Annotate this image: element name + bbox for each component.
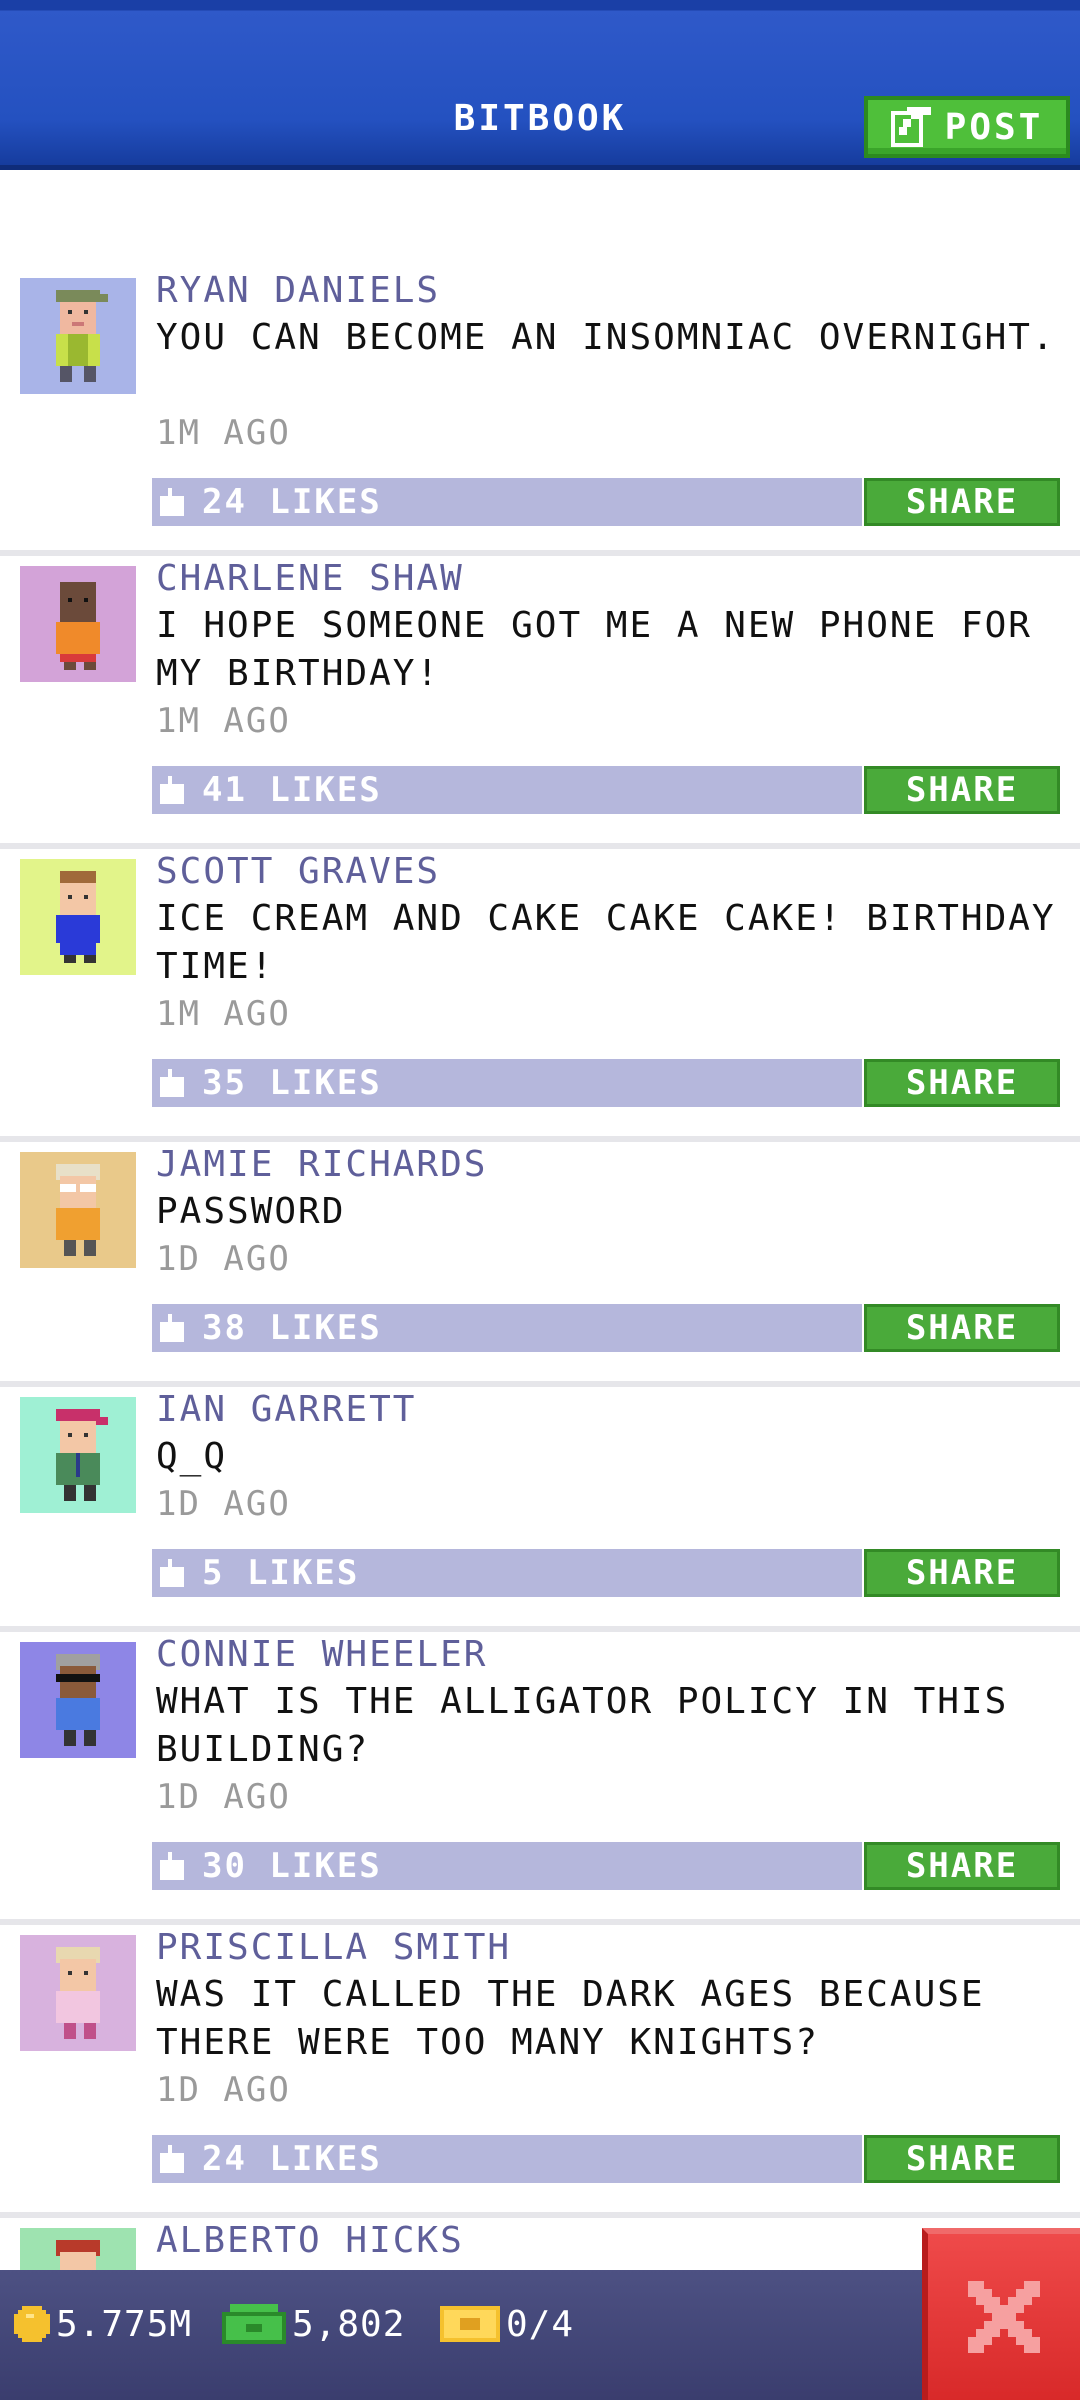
thumbs-up-icon	[160, 2145, 184, 2173]
feed-post: IAN GARRETT Q_Q 1D AGO 5 LIKES SHARE	[0, 1387, 1080, 1632]
share-button[interactable]: SHARE	[864, 478, 1060, 526]
person-blue-shirt-avatar	[20, 859, 136, 975]
bux-stat: 5,802	[222, 2296, 405, 2352]
post-time: 1D AGO	[156, 1239, 291, 1279]
coins-stat: 5.775M	[14, 2296, 192, 2352]
thumbs-up-icon	[160, 1559, 184, 1587]
like-count: 35 LIKES	[202, 1063, 382, 1103]
like-count: 38 LIKES	[202, 1308, 382, 1348]
post-author[interactable]: PRISCILLA SMITH	[156, 1925, 511, 1971]
like-count: 41 LIKES	[202, 770, 382, 810]
tickets-value: 0/4	[506, 2303, 575, 2345]
resource-bar: 5.775M 5,802 0/4	[0, 2270, 1080, 2400]
share-button[interactable]: SHARE	[864, 2135, 1060, 2183]
post-author[interactable]: IAN GARRETT	[156, 1387, 416, 1433]
feed-post: PRISCILLA SMITH WAS IT CALLED THE DARK A…	[0, 1925, 1080, 2218]
coins-value: 5.775M	[56, 2303, 193, 2345]
close-button[interactable]	[922, 2228, 1080, 2400]
post-message: WAS IT CALLED THE DARK AGES BECAUSE THER…	[156, 1974, 985, 2063]
post-author[interactable]: SCOTT GRAVES	[156, 849, 440, 895]
share-button[interactable]: SHARE	[864, 1304, 1060, 1352]
thumbs-up-icon	[160, 1852, 184, 1880]
feed-post: SCOTT GRAVES ICE CREAM AND CAKE CAKE CAK…	[0, 849, 1080, 1142]
post-message: I HOPE SOMEONE GOT ME A NEW PHONE FOR MY…	[156, 605, 1032, 694]
post-time: 1M AGO	[156, 413, 291, 453]
person-pink-cap-avatar	[20, 1397, 136, 1513]
post-time: 1M AGO	[156, 994, 291, 1034]
post-message: Q_Q	[156, 1436, 228, 1477]
person-pink-shirt-avatar	[20, 1935, 136, 2051]
person-sunglasses-avatar	[20, 1642, 136, 1758]
share-button[interactable]: SHARE	[864, 1059, 1060, 1107]
post-message: WHAT IS THE ALLIGATOR POLICY IN THIS BUI…	[156, 1681, 1009, 1770]
share-button[interactable]: SHARE	[864, 766, 1060, 814]
app-header: BITBOOK POST	[0, 0, 1080, 170]
post-author[interactable]: ALBERTO HICKS	[156, 2218, 464, 2264]
like-count: 30 LIKES	[202, 1846, 382, 1886]
post-time: 1M AGO	[156, 701, 291, 741]
bux-icon	[222, 2304, 286, 2344]
compose-icon	[890, 107, 931, 147]
person-green-cap-avatar	[20, 278, 136, 394]
post-message: YOU CAN BECOME AN INSOMNIAC OVERNIGHT.	[156, 317, 1056, 358]
person-dark-skin-avatar	[20, 566, 136, 682]
thumbs-up-icon	[160, 1314, 184, 1342]
thumbs-up-icon	[160, 1069, 184, 1097]
post-button[interactable]: POST	[864, 96, 1070, 158]
like-count: 5 LIKES	[202, 1553, 360, 1593]
ticket-icon	[440, 2306, 500, 2342]
feed-post: CONNIE WHEELER WHAT IS THE ALLIGATOR POL…	[0, 1632, 1080, 1925]
post-time: 1D AGO	[156, 1777, 291, 1817]
feed[interactable]: RYAN DANIELS YOU CAN BECOME AN INSOMNIAC…	[0, 268, 1080, 2378]
post-message: ICE CREAM AND CAKE CAKE CAKE! BIRTHDAY T…	[156, 898, 1056, 987]
share-button[interactable]: SHARE	[864, 1549, 1060, 1597]
feed-post: RYAN DANIELS YOU CAN BECOME AN INSOMNIAC…	[0, 268, 1080, 556]
post-time: 1D AGO	[156, 1484, 291, 1524]
coin-icon	[14, 2306, 50, 2342]
share-button[interactable]: SHARE	[864, 1842, 1060, 1890]
feed-post: JAMIE RICHARDS PASSWORD 1D AGO 38 LIKES …	[0, 1142, 1080, 1387]
like-bar[interactable]: 41 LIKES	[152, 766, 862, 814]
like-bar[interactable]: 38 LIKES	[152, 1304, 862, 1352]
like-bar[interactable]: 24 LIKES	[152, 478, 862, 526]
like-count: 24 LIKES	[202, 2139, 382, 2179]
post-author[interactable]: JAMIE RICHARDS	[156, 1142, 487, 1188]
post-author[interactable]: CONNIE WHEELER	[156, 1632, 487, 1678]
like-bar[interactable]: 35 LIKES	[152, 1059, 862, 1107]
post-author[interactable]: RYAN DANIELS	[156, 268, 440, 314]
close-icon	[968, 2281, 1040, 2353]
post-time: 1D AGO	[156, 2070, 291, 2110]
tickets-stat: 0/4	[440, 2296, 574, 2352]
post-button-label: POST	[944, 106, 1044, 148]
bux-value: 5,802	[292, 2303, 406, 2345]
feed-post: CHARLENE SHAW I HOPE SOMEONE GOT ME A NE…	[0, 556, 1080, 849]
like-bar[interactable]: 5 LIKES	[152, 1549, 862, 1597]
person-glasses-avatar	[20, 1152, 136, 1268]
like-count: 24 LIKES	[202, 482, 382, 522]
post-author[interactable]: CHARLENE SHAW	[156, 556, 464, 602]
like-bar[interactable]: 24 LIKES	[152, 2135, 862, 2183]
thumbs-up-icon	[160, 776, 184, 804]
post-message: PASSWORD	[156, 1191, 346, 1232]
like-bar[interactable]: 30 LIKES	[152, 1842, 862, 1890]
thumbs-up-icon	[160, 488, 184, 516]
